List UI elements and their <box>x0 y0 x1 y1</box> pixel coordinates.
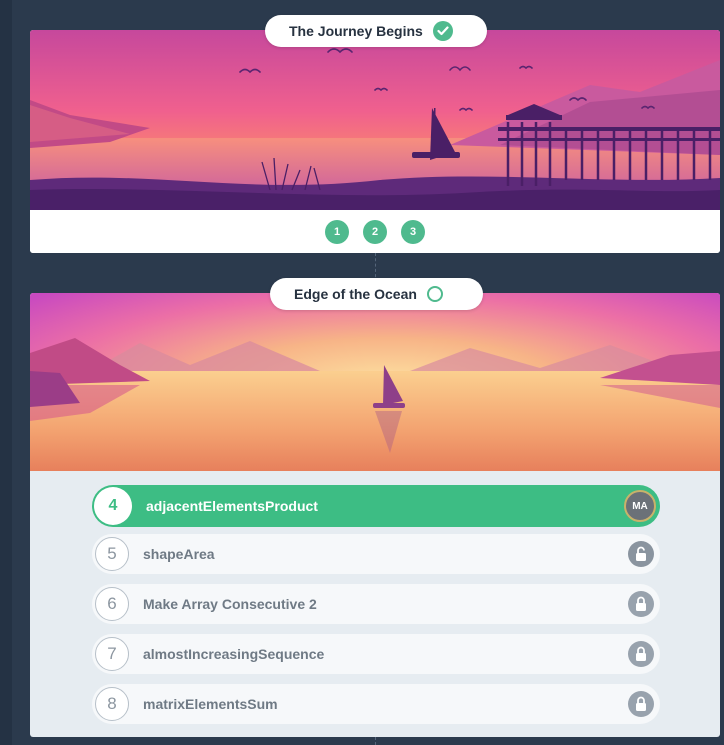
chapter-title-pill[interactable]: The Journey Begins <box>265 15 487 47</box>
chapter-title: Edge of the Ocean <box>294 286 417 302</box>
challenge-name: almostIncreasingSequence <box>143 646 325 662</box>
challenge-row[interactable]: 6 Make Array Consecutive 2 <box>92 584 660 624</box>
challenge-row[interactable]: 7 almostIncreasingSequence <box>92 634 660 674</box>
lock-icon <box>628 641 654 667</box>
sunset-landscape-illustration <box>30 30 720 210</box>
ocean-sunset-illustration <box>30 293 720 471</box>
challenge-number: 8 <box>95 687 129 721</box>
completed-step-2[interactable]: 2 <box>363 219 387 244</box>
challenge-row[interactable]: 8 matrixElementsSum <box>92 684 660 724</box>
chapter-title-pill[interactable]: Edge of the Ocean <box>270 278 483 310</box>
challenge-name: matrixElementsSum <box>143 696 278 712</box>
empty-circle-icon <box>426 286 443 302</box>
chapter-steps: 1 2 3 <box>30 210 720 253</box>
path-connector <box>375 737 376 745</box>
completed-step-1[interactable]: 1 <box>325 219 349 244</box>
completed-step-3[interactable]: 3 <box>401 219 425 244</box>
challenge-name: shapeArea <box>143 546 215 562</box>
challenge-number: 7 <box>95 637 129 671</box>
challenge-number: 6 <box>95 587 129 621</box>
challenge-number: 4 <box>94 487 132 525</box>
chapter-card: 1 2 3 <box>30 30 720 253</box>
lock-icon <box>628 591 654 617</box>
lock-icon <box>628 691 654 717</box>
chapter-card: 4 adjacentElementsProduct MA 5 shapeArea… <box>30 293 720 737</box>
chapter-title: The Journey Begins <box>289 23 423 39</box>
challenge-list: 4 adjacentElementsProduct MA 5 shapeArea… <box>92 485 660 734</box>
check-circle-icon <box>432 21 453 41</box>
unlocked-lock-icon <box>628 541 654 567</box>
challenge-name: Make Array Consecutive 2 <box>143 596 317 612</box>
challenge-row[interactable]: 5 shapeArea <box>92 534 660 574</box>
side-panel-edge <box>0 0 12 745</box>
challenge-name: adjacentElementsProduct <box>146 498 318 514</box>
challenge-row[interactable]: 4 adjacentElementsProduct MA <box>92 485 660 527</box>
user-avatar[interactable]: MA <box>624 490 656 522</box>
challenge-number: 5 <box>95 537 129 571</box>
